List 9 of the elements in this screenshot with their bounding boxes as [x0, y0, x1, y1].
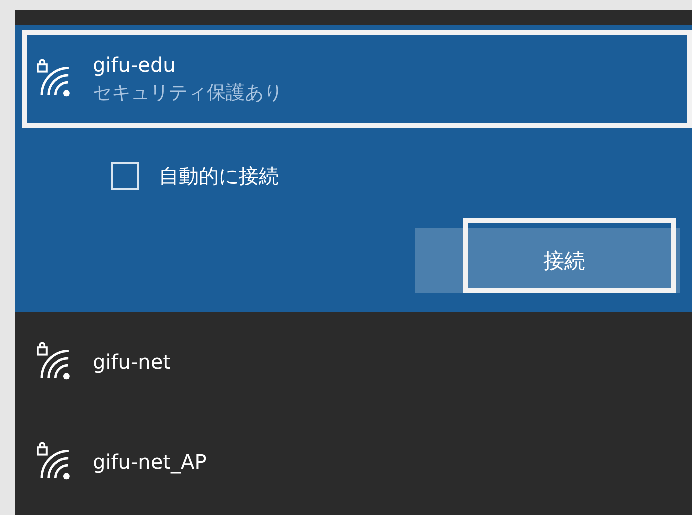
connect-button[interactable]: 接続: [415, 228, 680, 293]
network-item[interactable]: gifu-net: [15, 312, 692, 412]
checkbox[interactable]: [111, 162, 139, 190]
network-name[interactable]: gifu-net: [93, 348, 172, 376]
network-name[interactable]: gifu-edu: [93, 51, 283, 79]
network-status: セキュリティ保護あり: [93, 81, 283, 106]
network-name[interactable]: gifu-net_AP: [93, 448, 207, 476]
network-item[interactable]: gifu-net_AP: [15, 412, 692, 512]
checkbox-label[interactable]: 自動的に接続: [159, 162, 279, 190]
